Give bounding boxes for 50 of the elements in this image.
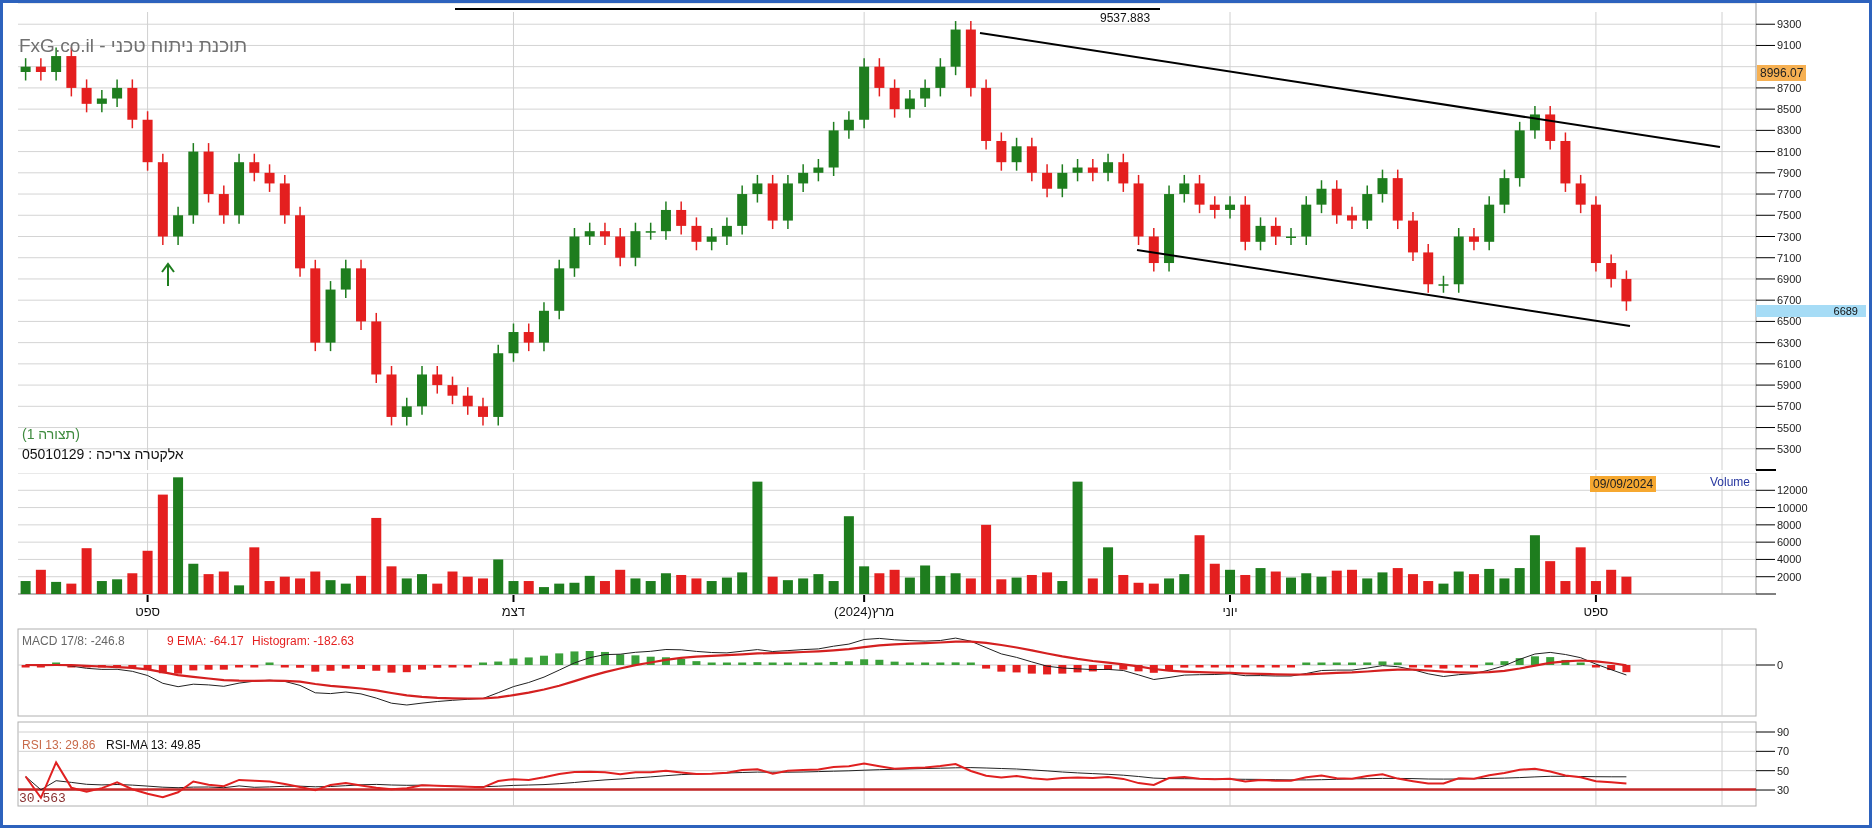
axis-label: 7700 [1777, 188, 1802, 201]
axis-label: 8700 [1777, 81, 1802, 94]
axis-label: 4000 [1777, 553, 1802, 566]
indicator-label: RSI 13: 29.86 [22, 739, 96, 751]
axis-label: ספט [1583, 604, 1609, 619]
axis-label: 7900 [1777, 166, 1802, 179]
axis-label: 10000 [1777, 501, 1808, 514]
axis-label: 12000 [1777, 484, 1808, 497]
chart-title: FxG.co.il - תוכנת ניתוח טכני [19, 36, 248, 55]
axis-label: 5700 [1777, 400, 1802, 413]
axis-label: ספט [135, 604, 160, 619]
layout-label: (תצורה 1) [22, 427, 80, 441]
axis-label: יוני [1222, 604, 1238, 619]
axis-label: 8100 [1777, 145, 1802, 158]
indicator-label: 9 EMA: -64.17 [167, 635, 244, 647]
axis-label: 6000 [1777, 536, 1802, 549]
axis-label: 5300 [1777, 442, 1802, 455]
axis-label: 7300 [1777, 230, 1802, 243]
axis-label: 50 [1777, 764, 1790, 777]
axis-label: 0 [1777, 659, 1784, 671]
axis-label: מרץ(2024) [834, 604, 895, 619]
price-label: 9537.883 [1100, 12, 1151, 24]
instrument-label: אלקטרה צריכה : 05010129 [22, 447, 184, 461]
axis-label: 70 [1777, 745, 1790, 758]
axis-label: 90 [1777, 726, 1790, 738]
axis-label: 6500 [1777, 315, 1802, 328]
date-badge: 09/09/2024 [1590, 476, 1657, 492]
axis-label: 5900 [1777, 379, 1802, 392]
price-badge: 8996.07 [1757, 65, 1807, 81]
axis-label: 6700 [1777, 294, 1802, 307]
axis-label: דצמ [501, 604, 526, 619]
axis-label: 9100 [1777, 39, 1802, 52]
axis-label: 30 [1777, 784, 1790, 796]
price-badge: 6689 [1756, 305, 1866, 317]
axis-label: 6300 [1777, 336, 1802, 349]
axis-label: 5500 [1777, 421, 1802, 434]
axis-label: 7500 [1777, 209, 1802, 222]
axis-label: 6900 [1777, 272, 1802, 285]
axis-label: 8300 [1777, 124, 1802, 137]
indicator-label: Histogram: -182.63 [252, 635, 355, 647]
axis-label: 2000 [1777, 570, 1802, 583]
volume-label: Volume [1710, 476, 1751, 488]
indicator-label: MACD 17/8: -246.8 [22, 635, 125, 647]
level-label: 30.563 [19, 792, 66, 805]
axis-label: 8500 [1777, 103, 1802, 116]
axis-label: 8000 [1777, 518, 1802, 531]
axis-label: 6100 [1777, 357, 1802, 370]
axis-label: 7100 [1777, 251, 1802, 264]
axis-label: 9300 [1777, 18, 1802, 31]
indicator-label: RSI-MA 13: 49.85 [106, 739, 201, 751]
